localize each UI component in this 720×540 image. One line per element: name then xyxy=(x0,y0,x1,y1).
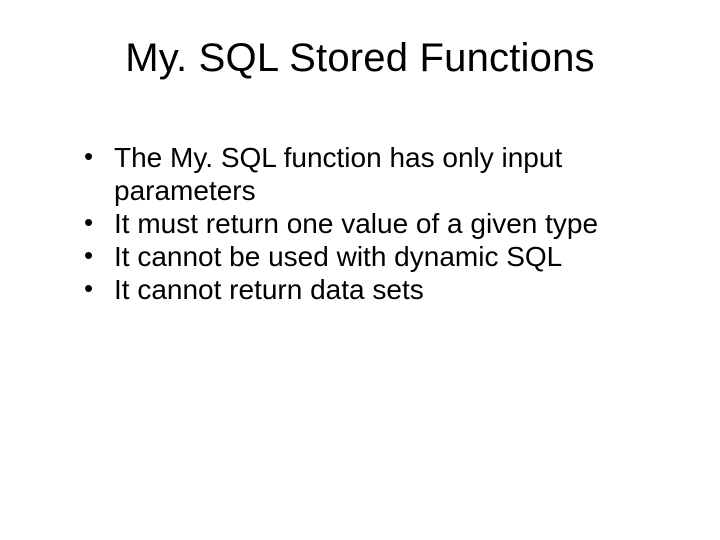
list-item: It must return one value of a given type xyxy=(84,207,664,240)
list-item: It cannot return data sets xyxy=(84,273,664,306)
bullet-list: The My. SQL function has only input para… xyxy=(56,141,664,306)
slide: My. SQL Stored Functions The My. SQL fun… xyxy=(0,0,720,540)
list-item: It cannot be used with dynamic SQL xyxy=(84,240,664,273)
list-item: The My. SQL function has only input para… xyxy=(84,141,664,207)
slide-title: My. SQL Stored Functions xyxy=(56,36,664,81)
